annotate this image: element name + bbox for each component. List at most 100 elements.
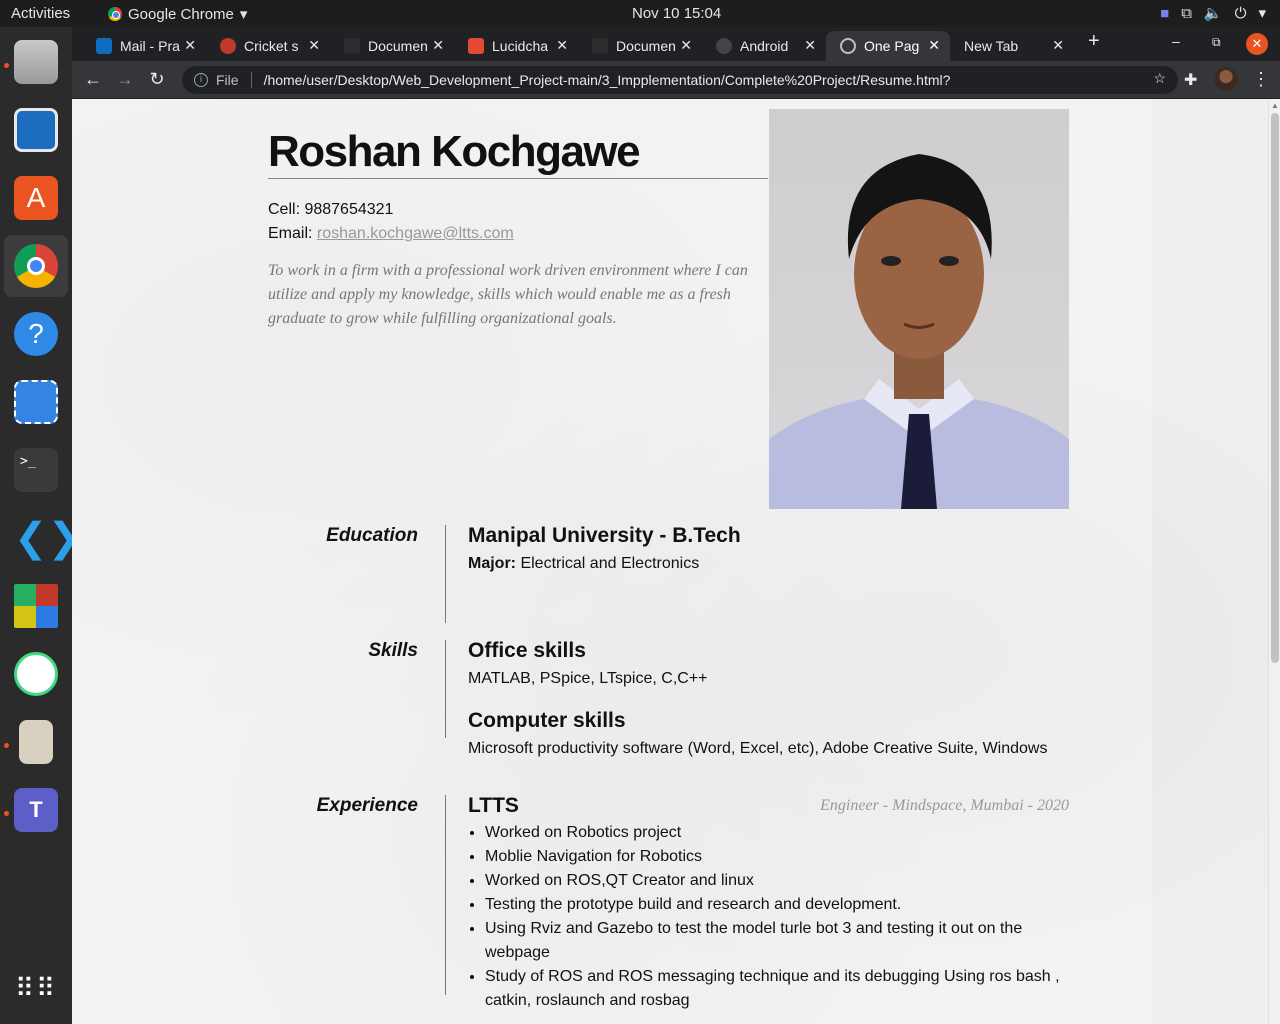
education-divider — [445, 525, 446, 623]
close-icon[interactable]: ✕ — [1052, 37, 1064, 54]
close-icon[interactable]: ✕ — [680, 37, 692, 54]
system-tray[interactable]: ■ ⧉ 🔈 ⏻ ▾ — [1160, 4, 1266, 23]
portrait-image — [769, 154, 1069, 509]
document-site-icon — [344, 38, 360, 54]
close-icon[interactable]: ✕ — [804, 37, 816, 54]
tab-title: New Tab — [964, 38, 1019, 54]
page-scrollbar[interactable]: ▲ — [1268, 99, 1280, 1024]
close-icon[interactable]: ✕ — [432, 37, 444, 54]
close-icon[interactable]: ✕ — [556, 37, 568, 54]
page-viewport: Roshan Kochgawe Cell: 9887654321 Email: … — [72, 99, 1268, 1024]
tab-new-tab[interactable]: New Tab ✕ — [950, 31, 1074, 61]
profile-photo — [769, 109, 1069, 509]
url-text[interactable]: /home/user/Desktop/Web_Development_Proje… — [264, 72, 951, 88]
bookmark-star-icon[interactable]: ☆ — [1153, 70, 1166, 87]
activities-button[interactable]: Activities — [11, 5, 70, 22]
computer-skills-list: Microsoft productivity software (Word, E… — [468, 740, 1048, 757]
close-icon[interactable]: ✕ — [308, 37, 320, 54]
close-icon[interactable]: ✕ — [184, 37, 196, 54]
scroll-up-arrow-icon[interactable]: ▲ — [1271, 101, 1279, 110]
back-arrow-icon[interactable]: ← — [82, 69, 104, 90]
archive-app-icon[interactable] — [4, 711, 68, 773]
extensions-puzzle-icon[interactable]: ✚ — [1184, 70, 1197, 90]
minimize-button[interactable]: – — [1172, 33, 1180, 49]
screenshot-app-icon[interactable] — [4, 371, 68, 433]
tab-lucidchart[interactable]: Lucidcha ✕ — [454, 31, 578, 61]
email-link[interactable]: roshan.kochgawe@ltts.com — [317, 225, 514, 242]
tab-one-page[interactable]: One Pag ✕ — [826, 31, 950, 61]
terminal-app-icon[interactable]: >_ — [4, 439, 68, 501]
tab-title: Documen — [616, 38, 676, 54]
browser-toolbar: ← → ↻ i File /home/user/Desktop/Web_Deve… — [72, 61, 1280, 99]
document-icon — [14, 108, 58, 152]
tab-title: Cricket s — [244, 38, 299, 54]
resume-name: Roshan Kochgawe — [268, 127, 641, 176]
folder-icon — [14, 40, 58, 84]
experience-company: LTTS — [468, 794, 519, 817]
help-app-icon[interactable]: ? — [4, 303, 68, 365]
info-icon[interactable]: i — [194, 73, 208, 87]
cell-label: Cell: — [268, 201, 305, 218]
grid-icon: ⠿⠿ — [14, 973, 58, 1003]
android-studio-app-icon[interactable] — [4, 643, 68, 705]
window-close-button[interactable]: ✕ — [1246, 33, 1268, 55]
tab-mail[interactable]: Mail - Pra ✕ — [82, 31, 206, 61]
tab-title: Documen — [368, 38, 428, 54]
teams-app-icon[interactable]: T — [4, 779, 68, 841]
tab-cricket[interactable]: Cricket s ✕ — [206, 31, 330, 61]
experience-divider — [445, 795, 446, 995]
files-app-icon[interactable] — [4, 31, 68, 93]
skills-divider — [445, 640, 446, 738]
experience-meta: Engineer - Mindspace, Mumbai - 2020 — [820, 797, 1069, 814]
forward-arrow-icon[interactable]: → — [114, 69, 136, 90]
experience-list: Worked on Robotics project Moblie Naviga… — [468, 821, 1078, 1013]
tab-strip: Mail - Pra ✕ Cricket s ✕ Documen ✕ Lucid… — [72, 27, 1280, 61]
list-item: Worked on ROS,QT Creator and linux — [485, 869, 1078, 893]
tab-title: One Pag — [864, 38, 920, 54]
profile-avatar[interactable] — [1214, 67, 1238, 91]
dock: A ? >_ ❮❯ T ⠿⠿ — [0, 27, 81, 1024]
scheme-label: File — [216, 72, 239, 88]
name-divider — [268, 178, 768, 179]
list-item: Testing the prototype build and research… — [485, 893, 1078, 917]
list-item: Moblie Navigation for Robotics — [485, 845, 1078, 869]
tab-title: Mail - Pra — [120, 38, 180, 54]
volume-icon[interactable]: 🔈 — [1204, 4, 1223, 22]
office-skills-list: MATLAB, PSpice, LTspice, C,C++ — [468, 670, 708, 687]
reload-icon[interactable]: ↻ — [146, 69, 168, 90]
experience-label: Experience — [316, 795, 418, 816]
scrollbar-thumb[interactable] — [1271, 113, 1279, 663]
cell-number: 9887654321 — [304, 201, 394, 218]
software-app-icon[interactable]: A — [4, 167, 68, 229]
document-site-icon — [592, 38, 608, 54]
archive-icon — [19, 720, 53, 764]
computer-skills-title: Computer skills — [468, 709, 626, 732]
store-icon: A — [14, 176, 58, 220]
network-icon[interactable]: ⧉ — [1181, 5, 1192, 22]
power-icon[interactable]: ⏻ — [1235, 5, 1247, 22]
app-menu[interactable]: Google Chrome ▾ — [108, 5, 247, 23]
outlook-icon — [96, 38, 112, 54]
close-icon[interactable]: ✕ — [928, 37, 940, 54]
show-apps-button[interactable]: ⠿⠿ — [4, 957, 68, 1019]
chevron-down-icon[interactable]: ▾ — [1258, 4, 1266, 22]
kebab-menu-icon[interactable]: ⋮ — [1252, 69, 1270, 90]
github-icon — [716, 38, 732, 54]
clock[interactable]: Nov 10 15:04 — [632, 5, 721, 22]
address-bar[interactable]: i File /home/user/Desktop/Web_Developmen… — [182, 66, 1178, 94]
restore-button[interactable]: ⧉ — [1212, 35, 1221, 50]
system-top-bar: Activities Google Chrome ▾ Nov 10 15:04 … — [0, 0, 1280, 27]
blocks-app-icon[interactable] — [4, 575, 68, 637]
contact-block: Cell: 9887654321 Email: roshan.kochgawe@… — [268, 198, 514, 246]
writer-app-icon[interactable] — [4, 99, 68, 161]
new-tab-button[interactable]: + — [1088, 30, 1100, 53]
teams-tray-icon[interactable]: ■ — [1160, 5, 1169, 22]
cell-line: Cell: 9887654321 — [268, 198, 514, 222]
vscode-app-icon[interactable]: ❮❯ — [4, 507, 81, 569]
tab-document-2[interactable]: Documen ✕ — [578, 31, 702, 61]
list-item: Study of ROS and ROS messaging technique… — [485, 965, 1078, 1013]
tab-android[interactable]: Android ✕ — [702, 31, 826, 61]
tab-document-1[interactable]: Documen ✕ — [330, 31, 454, 61]
chrome-app-icon[interactable] — [4, 235, 68, 297]
help-icon: ? — [14, 312, 58, 356]
